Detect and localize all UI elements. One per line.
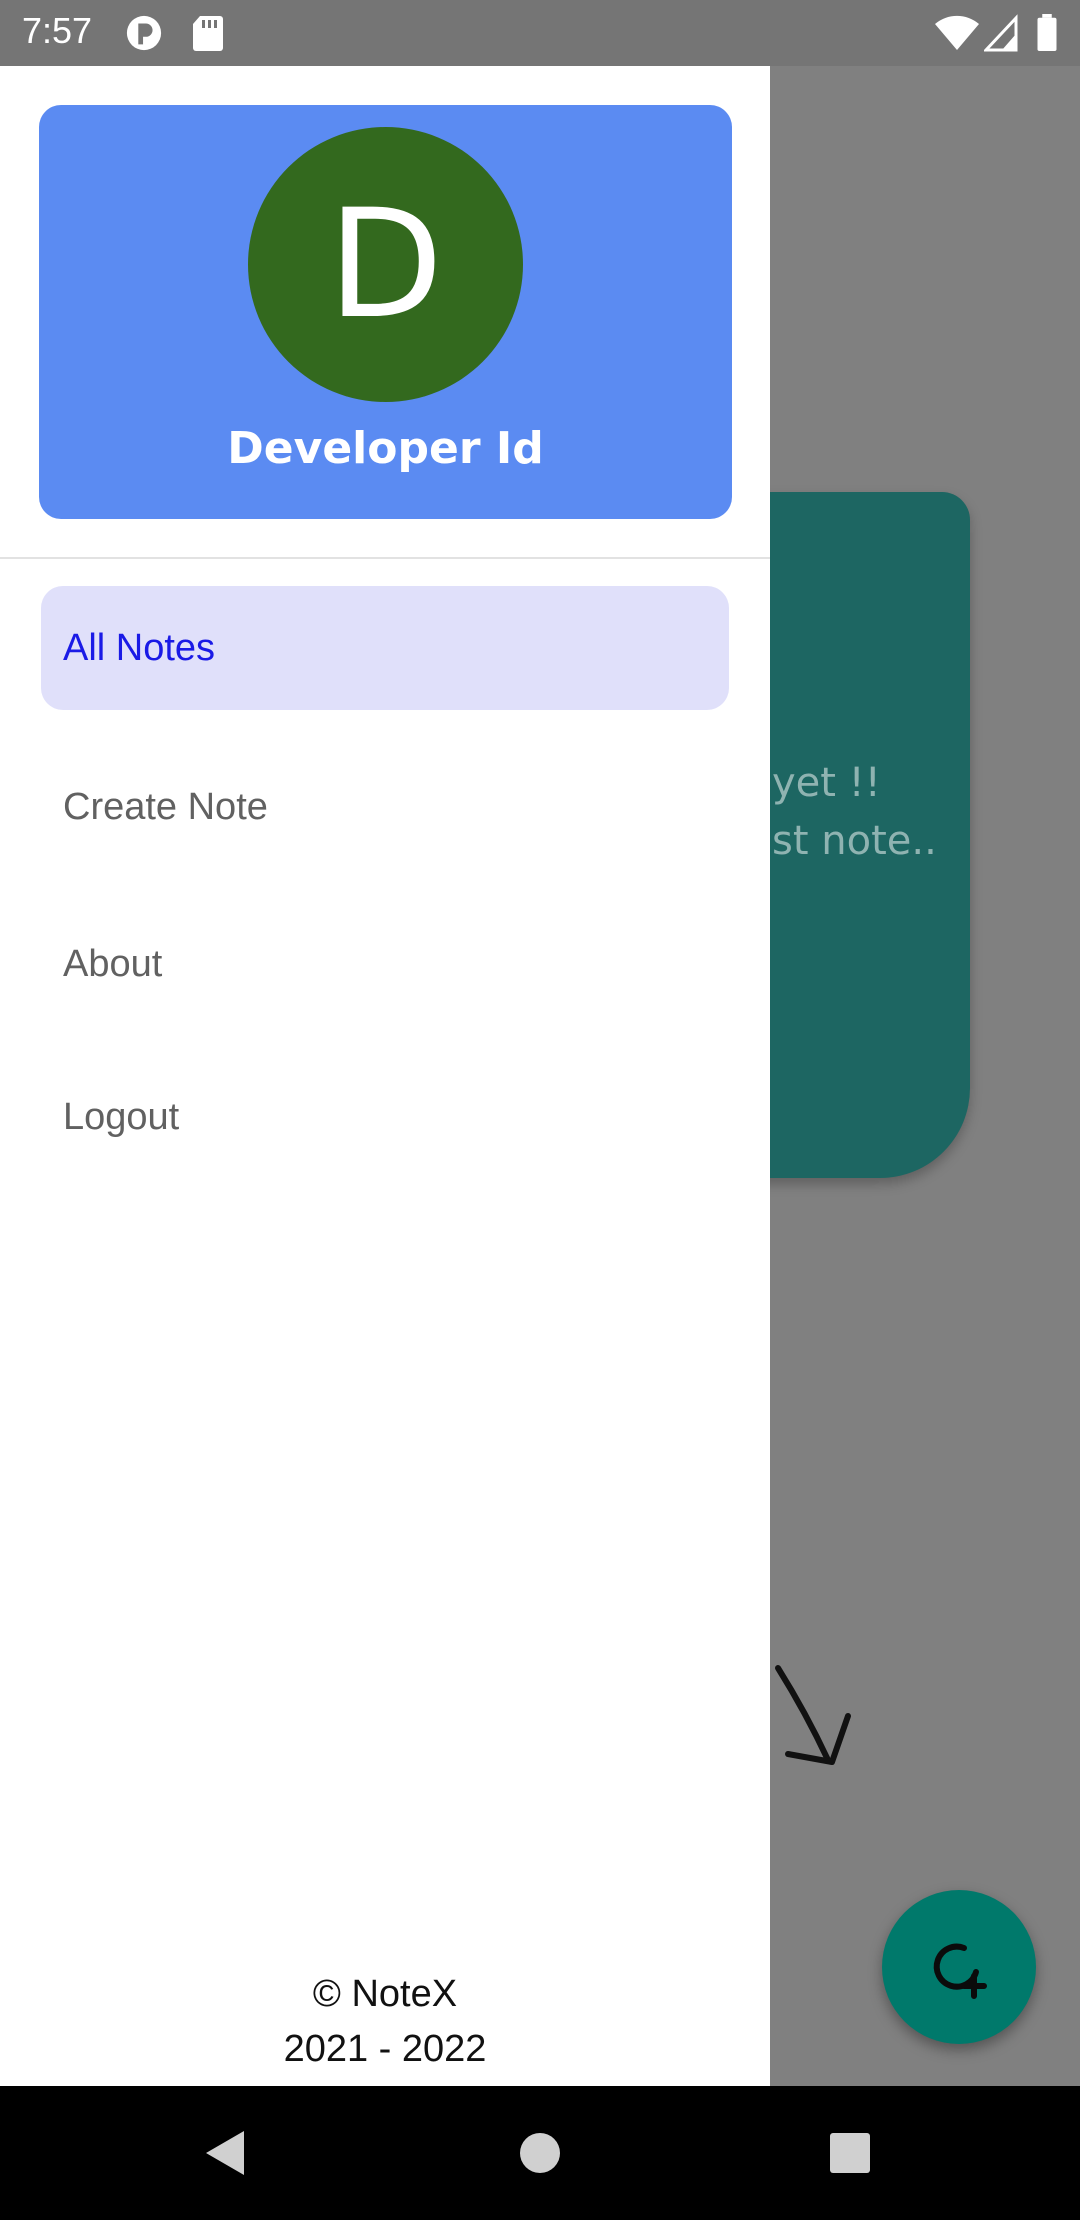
profile-name: Developer Id [227,423,544,474]
menu-item-label: About [63,942,163,985]
cell-signal-icon [984,14,1018,52]
menu-item-all-notes[interactable]: All Notes [41,586,729,710]
battery-icon [1037,14,1057,52]
drawer-header: D Developer Id [0,66,770,559]
copyright-years: 2021 - 2022 [283,2028,487,2070]
menu-item-logout[interactable]: Logout [41,1055,729,1179]
navigation-drawer: D Developer Id All Notes Create Note Abo… [0,66,770,2086]
recents-button[interactable] [795,2086,905,2220]
empty-text-line-2: st note.. [772,818,937,864]
add-note-fab[interactable] [882,1890,1036,2044]
home-button[interactable] [485,2086,595,2220]
profile-card: D Developer Id [39,105,732,519]
menu-item-label: All Notes [63,626,216,669]
notification-app-icon [126,15,162,51]
menu-item-label: Logout [63,1095,180,1138]
home-icon [520,2133,560,2173]
arrow-down-right-icon [775,1665,851,1765]
empty-text-line-1: yet !! [772,760,881,806]
back-icon [206,2131,244,2175]
status-bar: 7:57 [0,0,1080,66]
back-button[interactable] [170,2086,280,2220]
menu-item-create-note[interactable]: Create Note [41,745,729,869]
menu-item-label: Create Note [63,785,268,828]
status-time: 7:57 [22,10,93,51]
wifi-icon [935,15,979,50]
recents-icon [830,2133,870,2173]
sd-card-icon [193,16,223,51]
avatar: D [248,127,523,402]
system-nav-bar [0,2086,1080,2220]
copyright-text: © NoteX [312,1973,458,2015]
menu-item-about[interactable]: About [41,902,729,1026]
drawer-footer: © NoteX 2021 - 2022 [0,1967,770,2077]
add-note-icon [933,1943,987,1999]
empty-notes-message: yet !! st note.. [772,754,937,870]
